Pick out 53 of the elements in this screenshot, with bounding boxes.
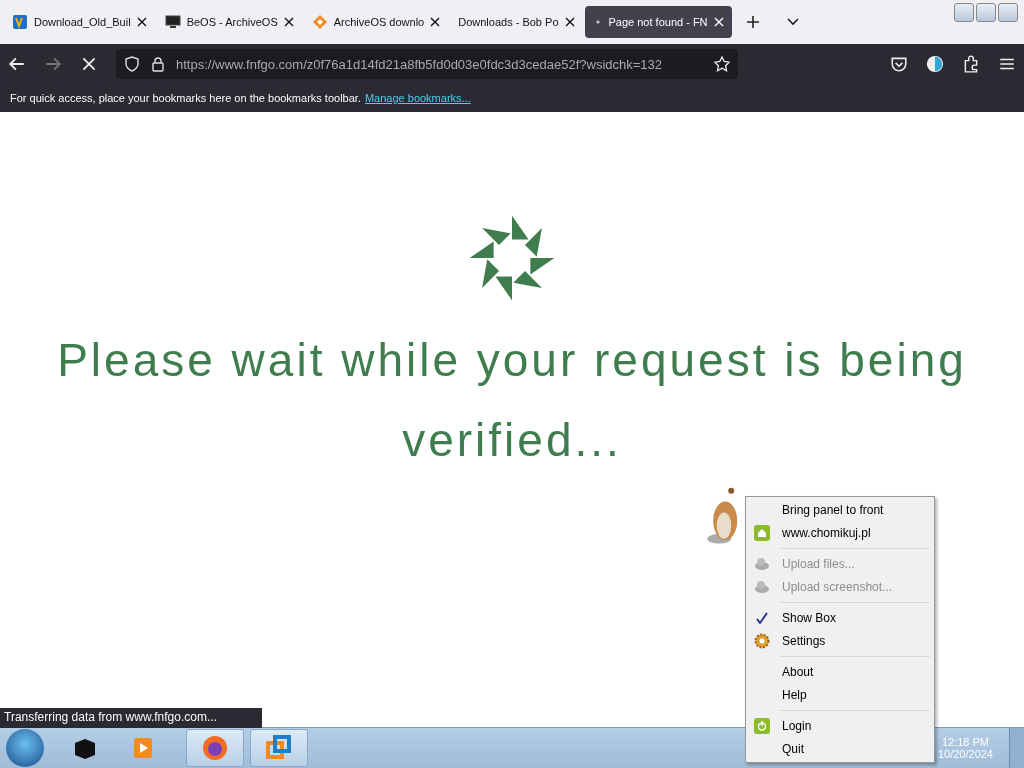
browser-tab[interactable]: Download_Old_Buil [4, 6, 155, 38]
home-icon [754, 524, 770, 541]
address-bar[interactable]: https://www.fnfgo.com/z0f76a1d14fd21a8fb5fd0d03e0fdc3d3cedae52f?wsidchk=132 [116, 49, 738, 79]
browser-tab[interactable]: Downloads - Bob Po [450, 6, 583, 38]
browser-tab[interactable]: Page not found - FN [584, 6, 732, 38]
back-icon[interactable] [8, 55, 26, 73]
puzzle-icon[interactable] [962, 55, 980, 73]
browser-tab[interactable]: BeOS - ArchiveOS [156, 6, 302, 38]
close-button[interactable] [998, 3, 1018, 22]
manage-bookmarks-link[interactable]: Manage bookmarks... [364, 92, 471, 104]
v-logo-icon [12, 14, 28, 30]
vm-taskbar-button[interactable] [250, 729, 308, 767]
tab-title: Download_Old_Buil [34, 16, 131, 28]
browser-tab[interactable]: ArchiveOS downlo [303, 6, 449, 38]
new-tab-icon[interactable] [745, 15, 760, 29]
close-icon[interactable] [564, 17, 575, 27]
monitor-icon [164, 14, 181, 30]
power-icon [754, 718, 770, 735]
tab-title: Page not found - FN [608, 16, 708, 28]
star-icon[interactable] [714, 56, 730, 72]
gear-icon [754, 632, 770, 649]
clock-time: 12:18 PM [941, 736, 989, 748]
menu-item[interactable]: Show Box [748, 607, 932, 630]
menu-item[interactable]: Bring panel to front [748, 499, 932, 522]
fox-globe-icon [200, 733, 230, 763]
menu-item[interactable]: Quit [748, 737, 932, 760]
menu-item[interactable]: www.chomikuj.pl [748, 521, 932, 544]
url-text: https://www.fnfgo.com/z0f76a1d14fd21a8fb5fd0d03e0fdc3d3cedae52f?wsidchk=132 [176, 56, 664, 72]
status-text: Transferring data from www.fnfgo.com... [0, 708, 262, 728]
pocket-icon[interactable] [890, 55, 908, 73]
menu-item[interactable]: Login [748, 715, 932, 738]
close-icon[interactable] [136, 17, 147, 27]
shield-icon [124, 56, 140, 72]
forward-icon[interactable] [44, 55, 62, 73]
tab-title: ArchiveOS downlo [333, 16, 425, 28]
close-icon[interactable] [283, 17, 294, 27]
restore-button[interactable] [976, 3, 996, 22]
verification-message: Please wait while your request is being verified... [56, 333, 968, 468]
firefox-taskbar-button[interactable] [186, 729, 244, 767]
close-icon[interactable] [430, 17, 441, 27]
menu-item[interactable]: Settings [748, 629, 932, 652]
tab-title: Downloads - Bob Po [458, 16, 559, 28]
tab-title: BeOS - ArchiveOS [186, 16, 278, 28]
menu-item[interactable]: Help [748, 683, 932, 706]
clock-date: 10/20/2024 [937, 748, 993, 760]
start-button[interactable] [6, 729, 44, 767]
bookmarks-hint: For quick access, place your bookmarks here on the bookmarks toolbar. [10, 92, 361, 104]
stop-icon[interactable] [80, 55, 98, 73]
lock-icon [150, 56, 166, 72]
menu-item[interactable]: About [748, 661, 932, 684]
account-circle-icon[interactable] [926, 55, 944, 73]
minimize-button[interactable] [954, 3, 974, 22]
diamond-icon [311, 14, 328, 30]
